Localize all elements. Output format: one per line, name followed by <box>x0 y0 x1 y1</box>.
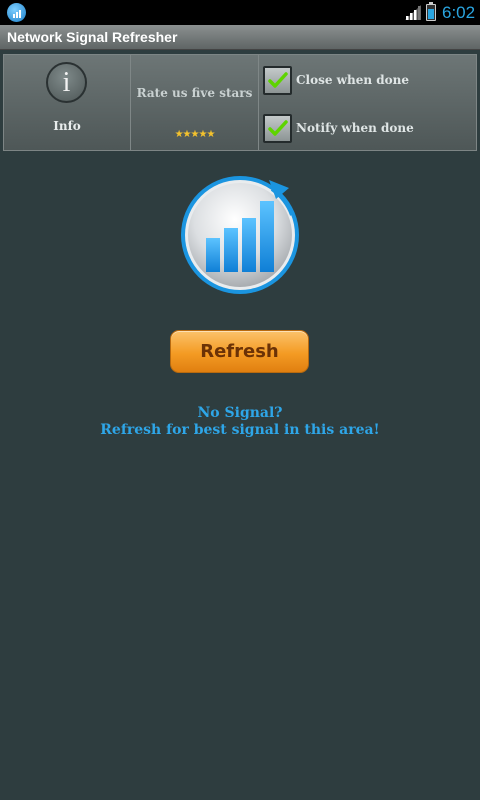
rate-button[interactable]: Rate us five stars ★★★★★ <box>131 55 259 150</box>
checkmark-icon <box>268 71 288 88</box>
app-title: Network Signal Refresher <box>7 29 178 45</box>
info-button[interactable]: i Info <box>4 55 131 150</box>
stars-icon: ★★★★★ <box>174 129 216 140</box>
info-label: Info <box>53 119 81 133</box>
signal-refresh-icon <box>181 176 299 294</box>
title-bar: Network Signal Refresher <box>0 25 480 50</box>
rate-label: Rate us five stars <box>136 86 253 100</box>
status-time: 6:02 <box>442 3 476 22</box>
battery-icon <box>426 2 436 21</box>
refresh-button[interactable]: Refresh <box>170 330 309 373</box>
close-when-done-option[interactable]: Close when done <box>263 64 409 96</box>
close-when-done-checkbox[interactable] <box>263 65 292 95</box>
info-icon: i <box>46 62 87 103</box>
checkmark-icon <box>268 119 288 136</box>
status-bar: 6:02 <box>0 0 480 25</box>
close-when-done-label: Close when done <box>296 73 410 87</box>
notify-when-done-option[interactable]: Notify when done <box>263 112 414 144</box>
refresh-hint-message: Refresh for best signal in this area! <box>100 422 380 438</box>
no-signal-message: No Signal? <box>197 405 283 421</box>
signal-icon <box>405 5 421 20</box>
notify-when-done-checkbox[interactable] <box>263 113 292 143</box>
top-panel: i Info Rate us five stars ★★★★★ Close wh… <box>3 54 477 151</box>
app-notification-icon <box>7 3 26 22</box>
options-panel: Close when done Notify when done <box>259 55 476 150</box>
notify-when-done-label: Notify when done <box>296 121 414 135</box>
